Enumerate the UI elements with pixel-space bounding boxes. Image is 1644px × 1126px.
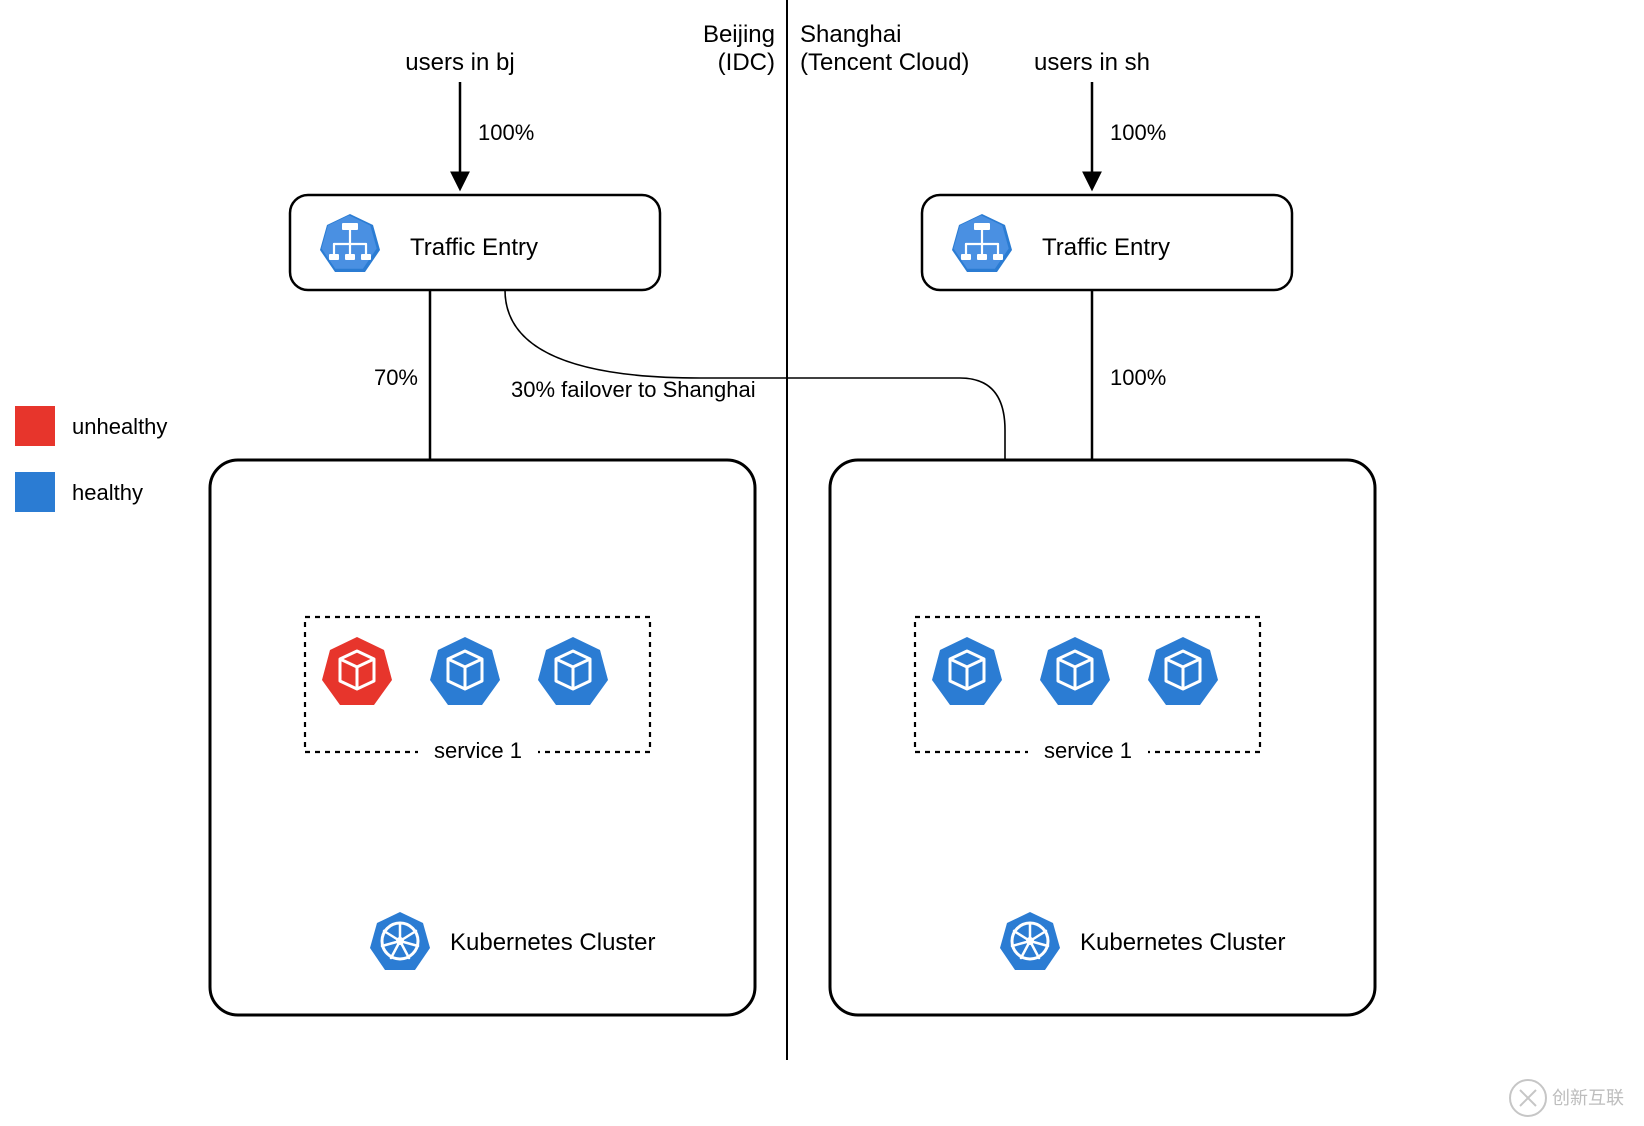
legend: unhealthy healthy [15,406,167,512]
legend-healthy-swatch [15,472,55,512]
k8s-cluster-left-label: Kubernetes Cluster [450,929,655,956]
k8s-cluster-right: service 1 Kubernetes Cluster [830,460,1375,1015]
pct-left-in: 100% [478,120,534,145]
k8s-cluster-left: service 1 Kubernetes Cluster [210,460,755,1015]
legend-unhealthy-label: unhealthy [72,414,167,439]
pct-right-in: 100% [1110,120,1166,145]
pct-right-down: 100% [1110,365,1166,390]
traffic-entry-left-label: Traffic Entry [410,234,538,261]
traffic-entry-right-label: Traffic Entry [1042,234,1170,261]
legend-healthy-label: healthy [72,480,143,505]
legend-unhealthy-swatch [15,406,55,446]
service-label-right: service 1 [1044,738,1132,763]
region-right-title1: Shanghai [800,21,901,48]
traffic-entry-right: Traffic Entry [922,195,1292,290]
k8s-cluster-right-label: Kubernetes Cluster [1080,929,1285,956]
region-right-title2: (Tencent Cloud) [800,49,969,76]
watermark: 创新互联 [1510,1080,1624,1116]
users-left-label: users in bj [405,49,514,76]
users-right-label: users in sh [1034,49,1150,76]
traffic-entry-left: Traffic Entry [290,195,660,290]
region-left-title2: (IDC) [718,49,775,76]
service-label-left: service 1 [434,738,522,763]
pct-failover: 30% failover to Shanghai [511,377,756,402]
watermark-text: 创新互联 [1552,1088,1624,1108]
pct-left-down: 70% [374,365,418,390]
architecture-diagram: Beijing (IDC) Shanghai (Tencent Cloud) u… [0,0,1644,1126]
region-left-title1: Beijing [703,21,775,48]
